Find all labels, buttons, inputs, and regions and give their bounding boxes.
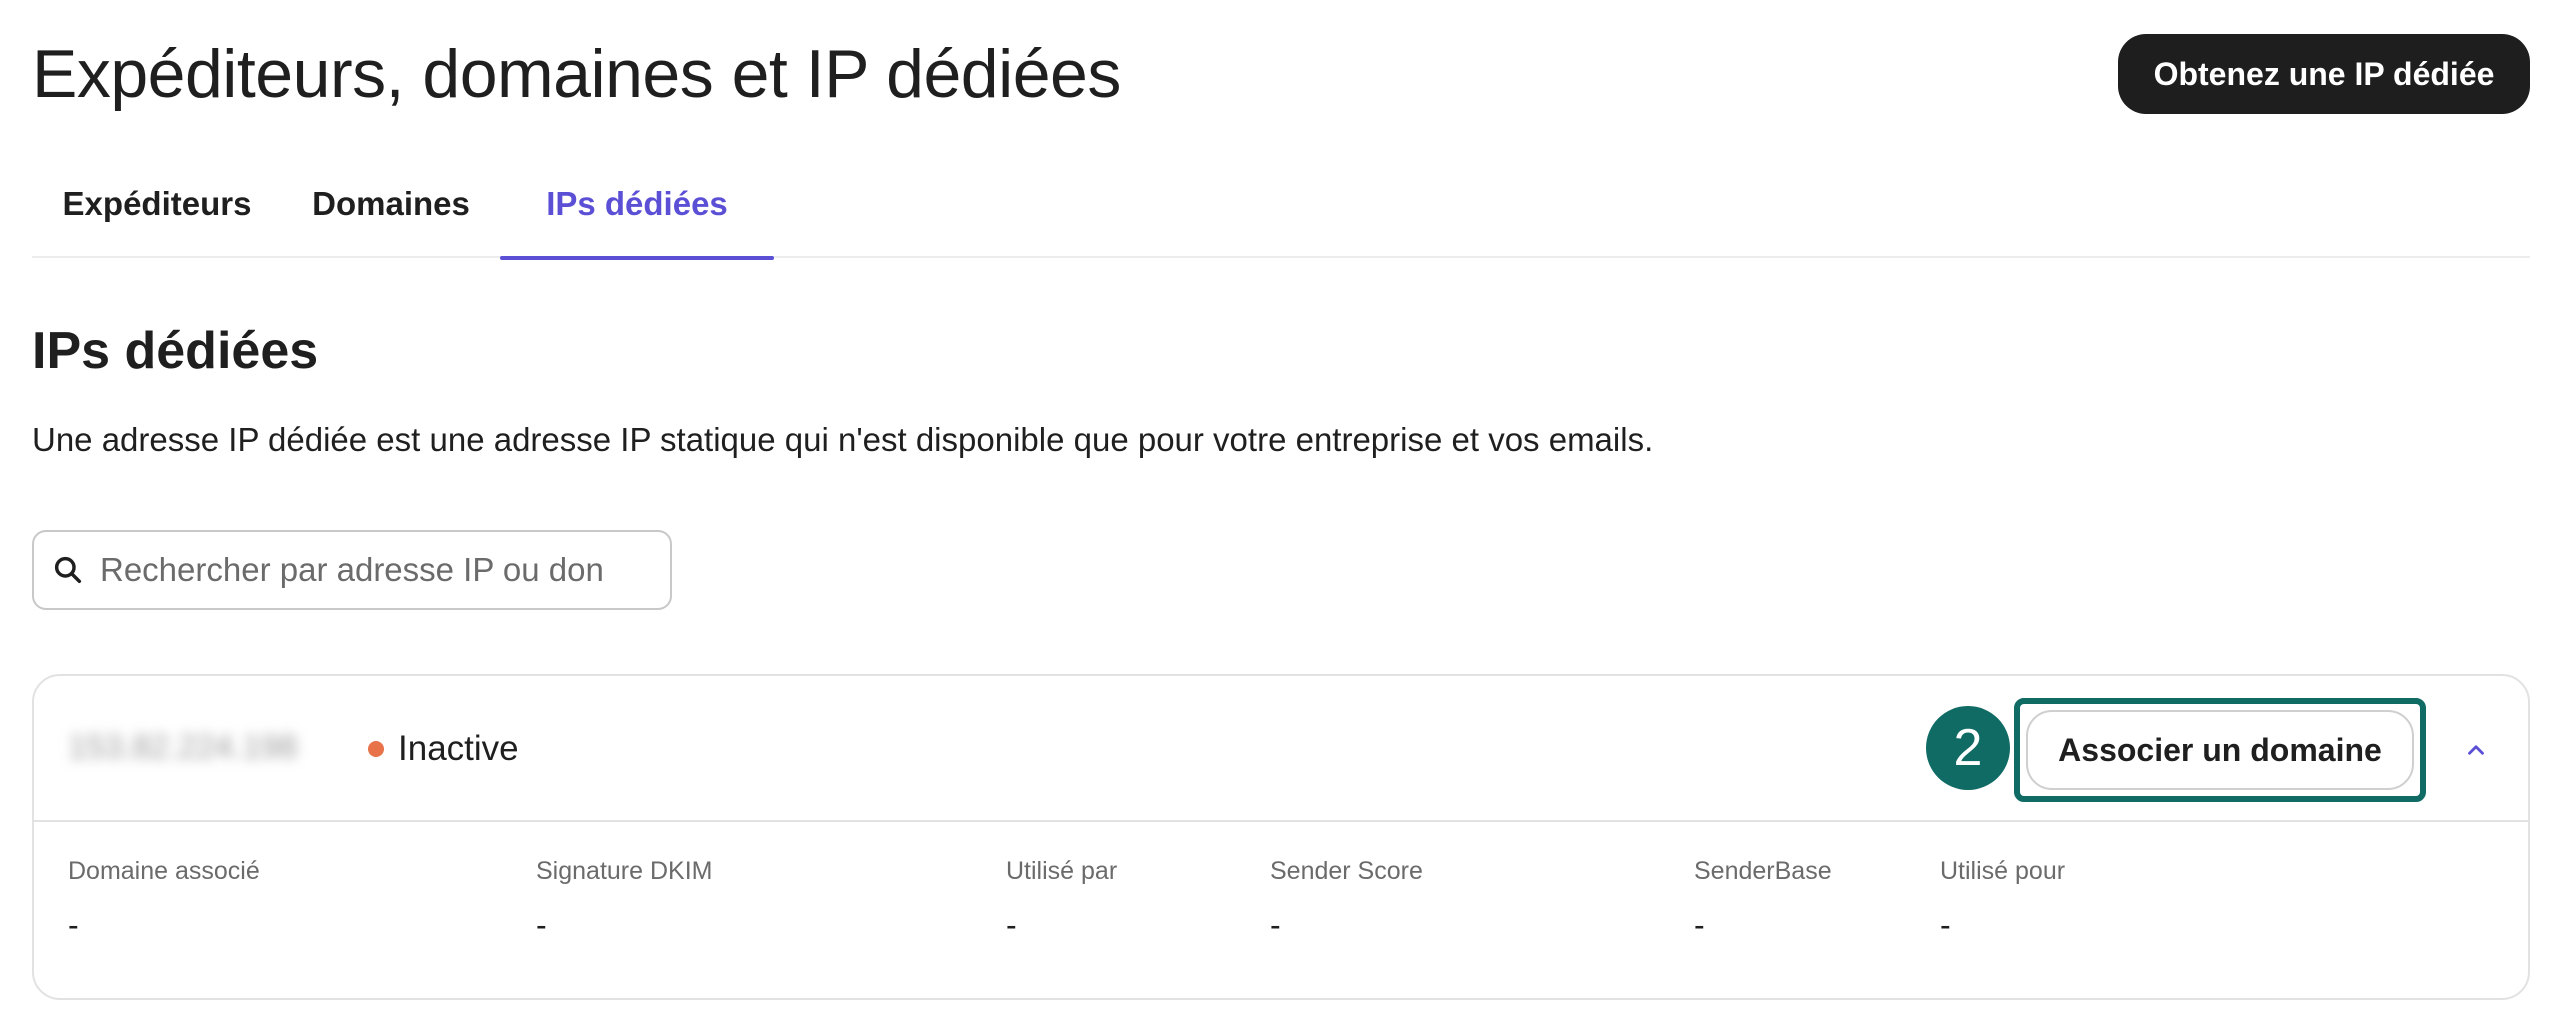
ip-card-header: 153.82.224.198 Inactive 2 Associer un do…	[34, 676, 2528, 822]
status-label: Inactive	[398, 729, 519, 768]
search-icon	[54, 556, 82, 584]
section-description: Une adresse IP dédiée est une adresse IP…	[32, 421, 1654, 458]
associate-domain-button[interactable]: Associer un domaine	[2026, 710, 2414, 790]
collapse-toggle[interactable]	[2454, 728, 2498, 772]
tab-senders[interactable]: Expéditeurs	[32, 150, 282, 258]
detail-senderbase: SenderBase -	[1694, 854, 1832, 944]
detail-label: Signature DKIM	[536, 857, 713, 885]
page: Expéditeurs, domaines et IP dédiées Obte…	[0, 0, 2560, 1016]
detail-label: Utilisé par	[1006, 857, 1118, 885]
detail-value: -	[1270, 907, 1281, 943]
ip-card: 153.82.224.198 Inactive 2 Associer un do…	[32, 674, 2530, 1000]
detail-associated-domain: Domaine associé -	[68, 854, 260, 944]
tab-dedicated-ips[interactable]: IPs dédiées	[500, 150, 774, 260]
detail-label: Utilisé pour	[1940, 857, 2066, 885]
detail-value: -	[1694, 907, 1705, 943]
detail-used-for: Utilisé pour -	[1940, 854, 2065, 944]
detail-dkim-signature: Signature DKIM -	[536, 854, 712, 944]
detail-label: Sender Score	[1270, 857, 1423, 885]
detail-value: -	[1006, 907, 1017, 943]
search-field[interactable]	[32, 530, 672, 610]
status-dot-icon	[368, 741, 384, 757]
search-input[interactable]	[100, 551, 660, 589]
detail-value: -	[68, 907, 79, 943]
tab-bar: Expéditeurs Domaines IPs dédiées	[32, 150, 2530, 260]
detail-sender-score: Sender Score -	[1270, 854, 1423, 944]
detail-value: -	[536, 907, 547, 943]
detail-label: SenderBase	[1694, 857, 1832, 885]
get-dedicated-ip-button[interactable]: Obtenez une IP dédiée	[2118, 34, 2530, 114]
detail-used-by: Utilisé par -	[1006, 854, 1117, 944]
status-badge: Inactive	[368, 724, 519, 774]
detail-value: -	[1940, 907, 1951, 943]
detail-label: Domaine associé	[68, 857, 260, 885]
section-title: IPs dédiées	[32, 322, 319, 380]
chevron-up-icon	[2468, 745, 2484, 755]
ip-address: 153.82.224.198	[68, 728, 298, 765]
step-number-badge: 2	[1926, 706, 2010, 790]
page-title: Expéditeurs, domaines et IP dédiées	[32, 36, 1121, 112]
tab-domains[interactable]: Domaines	[296, 150, 486, 258]
